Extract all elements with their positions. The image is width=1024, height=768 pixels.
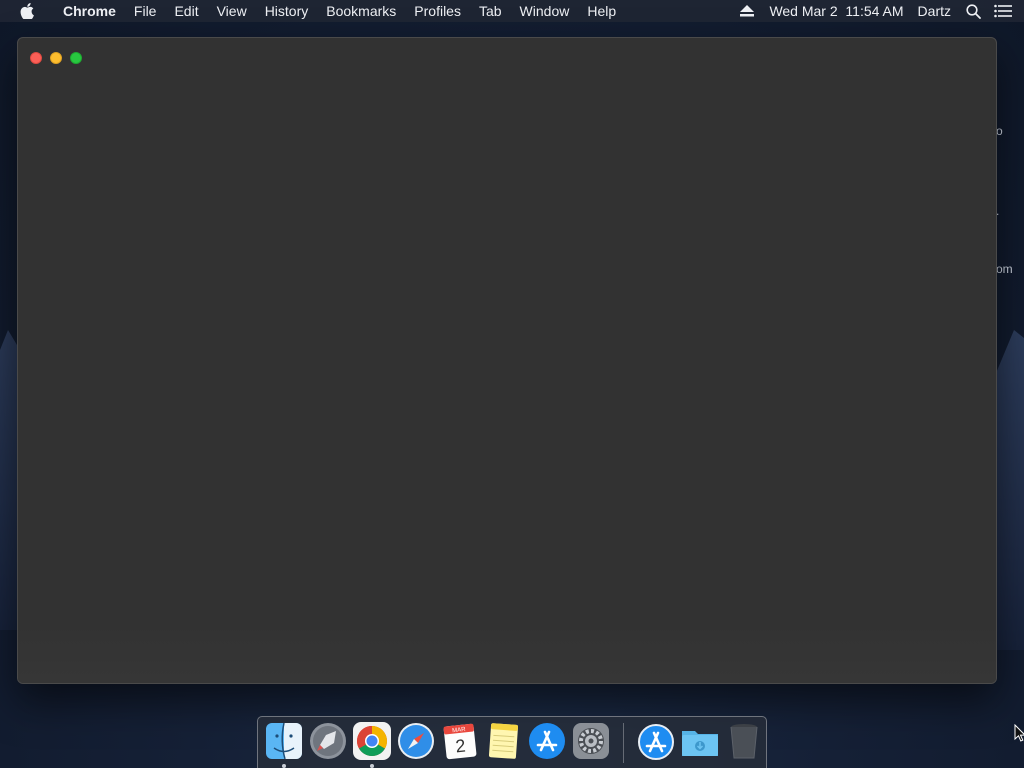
calendar-day: 2	[454, 736, 466, 757]
window-content-area	[18, 621, 996, 683]
dock-item-app-store[interactable]	[525, 721, 569, 768]
notification-center-icon[interactable]	[988, 0, 1018, 22]
mouse-cursor-icon	[1014, 723, 1024, 747]
applications-stack-icon	[638, 724, 675, 760]
dock-separator	[623, 723, 625, 763]
notes-icon	[489, 723, 519, 759]
menu-bar: Chrome File Edit View History Bookmarks …	[0, 0, 1024, 22]
dock-item-calendar[interactable]: MAR 2	[438, 721, 482, 768]
launchpad-icon	[309, 723, 346, 759]
menu-history[interactable]: History	[256, 0, 318, 22]
maximize-button[interactable]	[70, 52, 82, 64]
menu-profiles[interactable]: Profiles	[405, 0, 470, 22]
system-preferences-icon	[573, 723, 610, 759]
desktop-icon-label-peek[interactable]: om	[996, 262, 1013, 276]
dock-item-chrome[interactable]	[350, 721, 394, 768]
menu-view[interactable]: View	[208, 0, 256, 22]
spotlight-search-icon[interactable]	[958, 0, 988, 22]
window-controls	[30, 52, 82, 64]
chrome-window[interactable]	[17, 37, 997, 684]
menu-user-name[interactable]: Dartz	[911, 0, 958, 22]
desktop-icon-label-peek[interactable]: o	[996, 124, 1003, 138]
dock-item-downloads[interactable]	[678, 721, 722, 768]
eject-icon[interactable]	[732, 0, 762, 22]
menu-edit[interactable]: Edit	[165, 0, 207, 22]
menu-app-name[interactable]: Chrome	[54, 0, 125, 22]
finder-icon	[265, 722, 302, 760]
dock-item-trash[interactable]	[722, 721, 766, 768]
dock-item-safari[interactable]	[394, 721, 438, 768]
menu-bookmarks[interactable]: Bookmarks	[317, 0, 405, 22]
running-indicator	[369, 764, 374, 768]
menu-help[interactable]: Help	[578, 0, 625, 22]
menu-file[interactable]: File	[125, 0, 166, 22]
menu-window[interactable]: Window	[511, 0, 579, 22]
calendar-icon: MAR 2	[443, 723, 476, 760]
running-indicator	[282, 764, 286, 768]
menu-clock[interactable]: Wed Mar 2 11:54 AM	[762, 0, 910, 22]
dock-item-launchpad[interactable]	[306, 721, 350, 768]
app-store-icon	[529, 723, 566, 759]
chrome-icon	[352, 722, 391, 760]
close-button[interactable]	[30, 52, 42, 64]
apple-logo-icon[interactable]	[0, 0, 54, 22]
dock-item-system-preferences[interactable]	[569, 721, 613, 768]
dock-item-finder[interactable]	[262, 721, 306, 768]
safari-icon	[397, 723, 434, 759]
minimize-button[interactable]	[50, 52, 62, 64]
trash-icon	[730, 724, 758, 759]
dock-item-notes[interactable]	[482, 721, 526, 768]
downloads-folder-icon	[682, 731, 719, 756]
dock: MAR 2	[257, 716, 767, 768]
menu-tab[interactable]: Tab	[470, 0, 511, 22]
dock-item-applications[interactable]	[634, 721, 678, 768]
